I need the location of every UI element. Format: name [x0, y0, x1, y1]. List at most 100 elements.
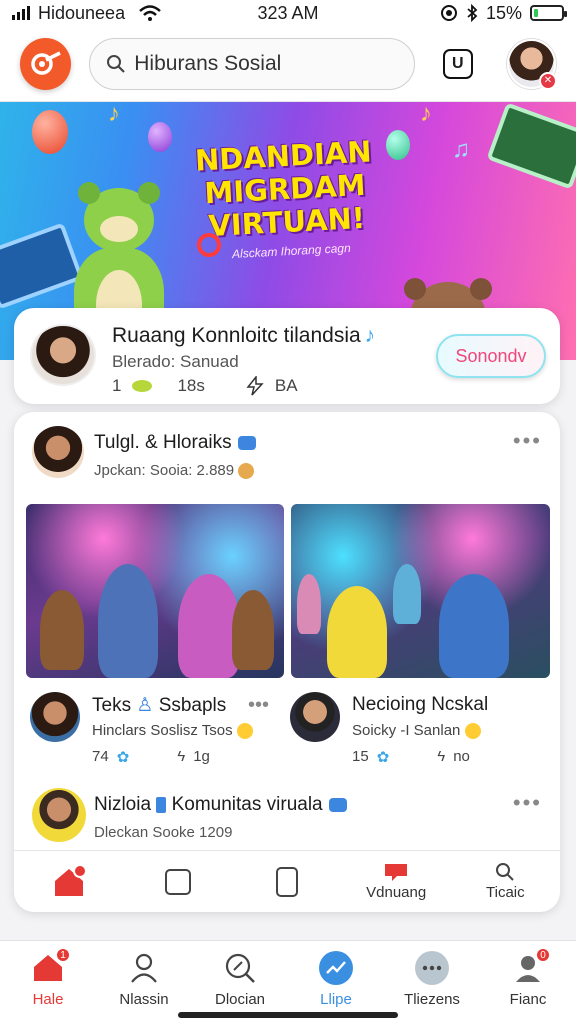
search-icon: [223, 951, 257, 985]
banner-subtitle: Alsckam Ihorang cagn: [231, 240, 352, 262]
more-options-icon[interactable]: •••: [513, 428, 542, 454]
post-image-1[interactable]: [26, 504, 284, 678]
home-icon: [54, 865, 86, 896]
app-logo[interactable]: [20, 37, 72, 90]
balloon-icon: [148, 122, 172, 152]
post-image-2[interactable]: [291, 504, 550, 678]
nav-label: Hale: [32, 991, 64, 1008]
emoji-icon: [236, 723, 253, 740]
nav-label: Nlassin: [119, 991, 169, 1008]
sub-post-stats: 74 ✿ ϟ 1g: [92, 748, 210, 766]
nav-label: Llipe: [320, 991, 352, 1008]
logo-icon: [30, 50, 61, 75]
person-figure: [178, 574, 240, 678]
sub-post-count: 74: [92, 748, 109, 765]
avatar-badge-icon: ✕: [538, 71, 557, 90]
user-avatar[interactable]: ✕: [506, 38, 557, 90]
stat-duration: 18s: [177, 376, 205, 395]
featured-avatar: [30, 324, 96, 386]
person-figure: [393, 564, 421, 624]
clock: 323 AM: [257, 2, 319, 23]
nav-label: Fianc: [509, 991, 547, 1008]
search-icon: [496, 863, 515, 881]
leaf-icon: [132, 380, 153, 392]
sub-post-meta-text: Soicky -I Sanlan: [352, 722, 461, 739]
home-icon: 1: [31, 947, 71, 985]
nav-chat[interactable]: Tliezens: [387, 951, 477, 1024]
battery-icon: [530, 5, 567, 21]
nav-badge: 1: [55, 947, 71, 963]
card-tab-4[interactable]: Vdnuang: [351, 862, 441, 901]
post-meta: Dleckan Sooke 1209: [94, 824, 233, 841]
search-icon: [107, 54, 126, 73]
lock-icon: [156, 796, 167, 813]
chat-icon: [415, 951, 449, 985]
search-bar[interactable]: Hiburans Sosial: [89, 37, 416, 90]
verified-icon: [237, 435, 256, 450]
nav-label: Dlocian: [214, 991, 266, 1008]
sub-post-count: 15: [352, 748, 369, 765]
card-home-tab[interactable]: [24, 865, 114, 898]
cookie-icon: [238, 463, 255, 480]
nav-home[interactable]: 1 Hale: [3, 947, 93, 1024]
status-bar: Hidouneea 323 AM 15%: [0, 0, 576, 26]
logo-mark-icon: [197, 233, 221, 257]
more-options-icon[interactable]: •••: [513, 790, 542, 816]
sub-post-meta: Hinclars Soslisz Tsos: [92, 722, 253, 740]
post-avatar[interactable]: [32, 788, 86, 842]
nav-people[interactable]: Nlassin: [99, 951, 189, 1024]
profile-icon: 0: [511, 947, 551, 985]
music-note-icon: ♪: [364, 324, 376, 347]
post-title-part: Nizloia: [94, 794, 152, 815]
book-icon: [486, 102, 576, 190]
music-note-icon: ♪: [108, 102, 120, 127]
sub-post-stats: 15 ✿ ϟ no: [352, 748, 470, 766]
sub-post-stat: 1g: [193, 748, 210, 765]
post-meta: Jpckan: Sooia: 2.889: [94, 462, 255, 480]
featured-room-name: Ruaang Konnloitc tilandsia ♪: [112, 324, 375, 348]
lightning-icon: [246, 376, 264, 396]
post-title-text: Tulgl. & Hloraiks: [94, 432, 232, 453]
post-meta-text: Jpckan: Sooia: 2.889: [94, 462, 235, 479]
card-tab-5[interactable]: Ticaic: [460, 862, 550, 901]
lightning-icon: ϟ: [437, 748, 446, 765]
card-camera-tab[interactable]: [133, 868, 223, 895]
post-title: Nizloia Komunitas viruala: [94, 794, 347, 816]
stat-count: 1: [112, 376, 122, 395]
trending-icon: [319, 951, 353, 985]
nav-badge: 0: [535, 947, 551, 963]
bear-figure: [232, 590, 274, 670]
person-icon: [127, 951, 161, 985]
home-indicator[interactable]: [178, 1012, 398, 1018]
sub-post-meta: Soicky -I Sanlan: [352, 722, 481, 740]
music-note-icon: ♫: [452, 136, 470, 163]
featured-room-subtitle: Blerado: Sanuad: [112, 352, 239, 371]
card-info-tab[interactable]: [242, 866, 332, 897]
post-avatar[interactable]: [32, 426, 84, 478]
person-figure: [297, 574, 321, 634]
post-title-part: Komunitas viruala: [171, 794, 323, 815]
sub-post-avatar: [30, 692, 80, 742]
sub-post-meta-text: Hinclars Soslisz Tsos: [92, 722, 233, 739]
app-header: Hiburans Sosial U ✕: [0, 26, 576, 102]
featured-room-stats: 1 18s BA: [112, 376, 298, 396]
sub-post-stat: no: [453, 748, 470, 765]
card-tab-label: Ticaic: [486, 884, 525, 901]
balloon-icon: [32, 110, 68, 154]
card-tab-label: Vdnuang: [366, 884, 427, 901]
banner-title: NDANDIAN MIGRDAM VIRTUAN!: [188, 134, 383, 244]
lightning-icon: ϟ: [177, 748, 186, 765]
stat-extra: BA: [274, 376, 298, 395]
reaction-icon: ✿: [116, 749, 130, 766]
verified-icon: [328, 797, 347, 812]
info-icon: [275, 866, 298, 897]
join-room-button[interactable]: Sonondv: [436, 334, 546, 378]
nav-profile[interactable]: 0 Fianc: [483, 947, 573, 1024]
featured-room-card[interactable]: Ruaang Konnloitc tilandsia ♪ Blerado: San…: [14, 308, 560, 404]
reaction-icon: ✿: [376, 749, 390, 766]
more-options-icon[interactable]: •••: [248, 694, 269, 717]
person-figure: [439, 574, 509, 678]
person-figure: [98, 564, 158, 678]
notification-box-icon[interactable]: U: [443, 48, 473, 79]
nav-label: Tliezens: [404, 991, 460, 1008]
